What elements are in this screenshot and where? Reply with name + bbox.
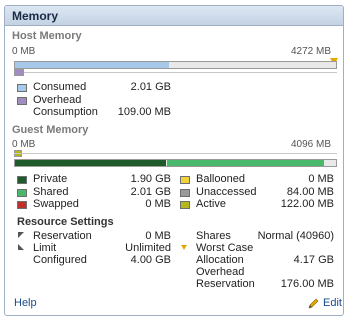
unaccessed-label: Unaccessed [196, 186, 257, 198]
resource-settings-title: Resource Settings [17, 216, 114, 228]
consumed-label: Consumed [33, 81, 87, 93]
ballooned-label: Ballooned [196, 173, 245, 185]
shares-label: Shares [196, 230, 231, 242]
host-axis-min: 0 MB [12, 46, 36, 57]
configured-label: Configured [33, 254, 87, 266]
guest-memory-bar [14, 159, 337, 167]
active-swatch [180, 201, 190, 209]
host-axis-max: 4272 MB [290, 46, 331, 57]
configured-value: 4.00 GB [130, 254, 171, 266]
swapped-value: 0 MB [145, 198, 171, 210]
shared-value: 2.01 GB [130, 186, 171, 198]
shared-swatch [17, 189, 27, 197]
active-label: Active [196, 198, 226, 210]
ballooned-swatch [180, 176, 190, 184]
overhead-consumption-label: Consumption [33, 106, 98, 118]
guest-active-track [14, 153, 337, 154]
allocation-value: 4.17 GB [293, 254, 334, 266]
shares-value: Normal (40960) [257, 230, 334, 242]
unaccessed-value: 84.00 MB [286, 186, 334, 198]
overhead-consumption-value: 109.00 MB [117, 106, 171, 118]
swapped-label: Swapped [33, 198, 79, 210]
reservation-label: Reservation [33, 230, 92, 242]
limit-label: Limit [33, 242, 57, 254]
help-link[interactable]: Help [14, 297, 37, 309]
panel-title: Memory [5, 6, 343, 26]
swapped-swatch [17, 201, 27, 209]
overhead-label: Overhead [33, 94, 82, 106]
guest-shared-segment [167, 160, 324, 166]
guest-axis-max: 4096 MB [290, 139, 331, 150]
reservation-value: 0 MB [145, 230, 171, 242]
limit-value: Unlimited [125, 242, 171, 254]
host-consumed-segment [15, 62, 169, 68]
shared-label: Shared [33, 186, 69, 198]
pencil-edit-icon[interactable] [307, 298, 319, 310]
private-label: Private [33, 173, 68, 185]
host-overhead-segment [14, 69, 24, 76]
overhead-swatch [17, 97, 27, 105]
host-overhead-track [14, 72, 337, 73]
limit-corner-icon [18, 244, 24, 250]
consumed-swatch [17, 84, 27, 92]
private-value: 1.90 GB [130, 173, 171, 185]
ballooned-value: 0 MB [308, 173, 334, 185]
guest-private-segment [15, 160, 166, 166]
private-swatch [17, 176, 27, 184]
worst-case-label: Worst Case [196, 242, 254, 254]
edit-link[interactable]: Edit [323, 297, 342, 309]
reservation-corner-icon [18, 232, 24, 238]
overhead-reservation-value: 176.00 MB [280, 278, 334, 290]
memory-panel: Memory Host Memory 0 MB 4272 MB Consumed… [4, 5, 344, 316]
unaccessed-swatch [180, 189, 190, 197]
active-value: 122.00 MB [280, 198, 334, 210]
guest-memory-title: Guest Memory [12, 124, 89, 136]
allocation-label: Allocation [196, 254, 244, 266]
host-memory-title: Host Memory [12, 30, 82, 42]
guest-axis-min: 0 MB [12, 139, 36, 150]
worst-case-marker-icon [181, 245, 187, 250]
overhead-res-label: Overhead [196, 266, 245, 278]
consumed-value: 2.01 GB [130, 81, 171, 93]
overhead-reservation-label: Reservation [196, 278, 255, 290]
host-memory-bar [14, 61, 337, 69]
